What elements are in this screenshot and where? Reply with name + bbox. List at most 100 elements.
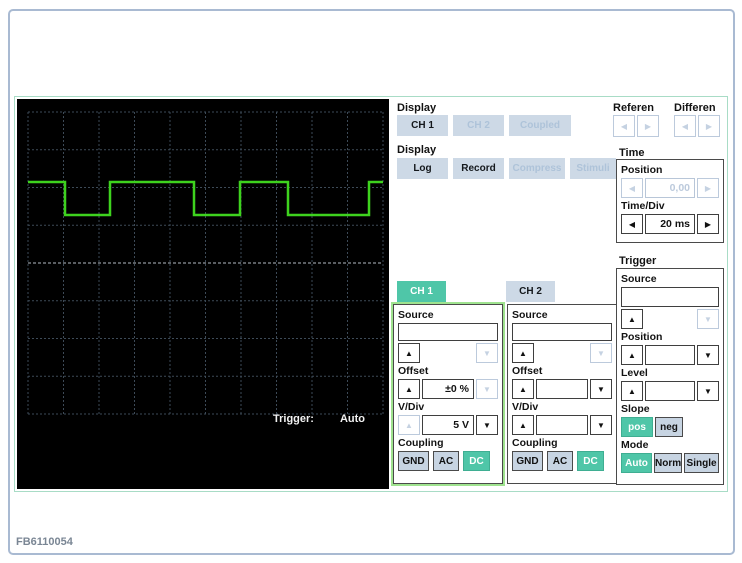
ch1-select-button[interactable]: CH 1 xyxy=(397,281,446,302)
up-arrow-icon: ▲ xyxy=(405,384,413,394)
stimuli-button[interactable]: Stimuli xyxy=(570,158,616,179)
ch1-source-label: Source xyxy=(398,309,434,321)
referen-prev-button[interactable]: ◀ xyxy=(613,115,635,137)
display-mode-label: Display xyxy=(397,144,437,156)
display-channel-label: Display xyxy=(397,102,437,114)
ch1-coupling-gnd-button[interactable]: GND xyxy=(398,451,429,471)
ch2-source-down-button[interactable]: ▼ xyxy=(590,343,612,363)
ch1-offset-label: Offset xyxy=(398,365,429,377)
left-arrow-icon: ◀ xyxy=(620,121,628,131)
trigger-source-label: Source xyxy=(621,273,657,285)
down-arrow-icon: ▼ xyxy=(704,386,712,396)
up-arrow-icon: ▲ xyxy=(519,384,527,394)
ch2-vdiv-down-button[interactable]: ▼ xyxy=(590,415,612,435)
ch2-vdiv-label: V/Div xyxy=(512,401,539,413)
ch2-offset-value-field[interactable] xyxy=(536,379,588,399)
ch2-coupling-ac-button[interactable]: AC xyxy=(547,451,573,471)
ch2-vdiv-up-button[interactable]: ▲ xyxy=(512,415,534,435)
trigger-level-down-button[interactable]: ▼ xyxy=(697,381,719,401)
down-arrow-icon: ▼ xyxy=(704,314,712,324)
trigger-source-up-button[interactable]: ▲ xyxy=(621,309,643,329)
differen-prev-button[interactable]: ◀ xyxy=(674,115,696,137)
ch2-offset-up-button[interactable]: ▲ xyxy=(512,379,534,399)
ch1-vdiv-down-button[interactable]: ▼ xyxy=(476,415,498,435)
instrument-panel: Trigger: Auto Display CH 1 CH 2 Coupled … xyxy=(14,96,728,492)
left-arrow-icon: ◀ xyxy=(628,183,636,193)
ch1-source-down-button[interactable]: ▼ xyxy=(476,343,498,363)
trigger-level-up-button[interactable]: ▲ xyxy=(621,381,643,401)
ch1-offset-down-button[interactable]: ▼ xyxy=(476,379,498,399)
ch1-coupling-ac-button[interactable]: AC xyxy=(433,451,459,471)
time-position-value-field[interactable]: 0,00 xyxy=(645,178,695,198)
mode-single-button[interactable]: Single xyxy=(684,453,719,473)
ch2-coupling-gnd-button[interactable]: GND xyxy=(512,451,543,471)
differen-next-button[interactable]: ▶ xyxy=(698,115,720,137)
trigger-status-value: Auto xyxy=(339,413,365,425)
down-arrow-icon: ▼ xyxy=(597,348,605,358)
slope-neg-button[interactable]: neg xyxy=(655,417,683,437)
left-arrow-icon: ◀ xyxy=(681,121,689,131)
down-arrow-icon: ▼ xyxy=(483,420,491,430)
app-window: Trigger: Auto Display CH 1 CH 2 Coupled … xyxy=(0,0,742,563)
left-arrow-icon: ◀ xyxy=(628,219,636,229)
display-ch2-button[interactable]: CH 2 xyxy=(453,115,504,136)
ch2-select-button[interactable]: CH 2 xyxy=(506,281,555,302)
trigger-position-label: Position xyxy=(621,331,663,343)
ch1-offset-value-field[interactable]: ±0 % xyxy=(422,379,474,399)
trigger-status: Trigger: Auto xyxy=(273,413,365,425)
trigger-position-value-field[interactable] xyxy=(645,345,695,365)
mode-label: Mode xyxy=(621,439,649,451)
timediv-increment-button[interactable]: ▶ xyxy=(697,214,719,234)
trigger-source-field[interactable] xyxy=(621,287,719,307)
differen-label: Differen xyxy=(674,102,716,114)
ch2-offset-down-button[interactable]: ▼ xyxy=(590,379,612,399)
up-arrow-icon: ▲ xyxy=(628,314,636,324)
ch1-source-field[interactable] xyxy=(398,323,498,341)
time-position-decrement-button[interactable]: ◀ xyxy=(621,178,643,198)
ch2-source-field[interactable] xyxy=(512,323,612,341)
up-arrow-icon: ▲ xyxy=(519,420,527,430)
log-button[interactable]: Log xyxy=(397,158,448,179)
mode-auto-button[interactable]: Auto xyxy=(621,453,652,473)
down-arrow-icon: ▼ xyxy=(483,384,491,394)
trigger-position-down-button[interactable]: ▼ xyxy=(697,345,719,365)
ch1-offset-up-button[interactable]: ▲ xyxy=(398,379,420,399)
referen-next-button[interactable]: ▶ xyxy=(637,115,659,137)
compress-button[interactable]: Compress xyxy=(509,158,565,179)
record-button[interactable]: Record xyxy=(453,158,504,179)
ch1-vdiv-up-button[interactable]: ▲ xyxy=(398,415,420,435)
ch1-source-up-button[interactable]: ▲ xyxy=(398,343,420,363)
up-arrow-icon: ▲ xyxy=(405,420,413,430)
slope-pos-button[interactable]: pos xyxy=(621,417,653,437)
time-position-increment-button[interactable]: ▶ xyxy=(697,178,719,198)
display-coupled-button[interactable]: Coupled xyxy=(509,115,571,136)
down-arrow-icon: ▼ xyxy=(483,348,491,358)
down-arrow-icon: ▼ xyxy=(704,350,712,360)
watermark: FB6110054 xyxy=(16,536,73,548)
up-arrow-icon: ▲ xyxy=(628,386,636,396)
ch1-coupling-dc-button[interactable]: DC xyxy=(463,451,490,471)
trigger-position-up-button[interactable]: ▲ xyxy=(621,345,643,365)
ch1-coupling-label: Coupling xyxy=(398,437,444,449)
trigger-level-value-field[interactable] xyxy=(645,381,695,401)
down-arrow-icon: ▼ xyxy=(597,420,605,430)
ch2-source-up-button[interactable]: ▲ xyxy=(512,343,534,363)
trigger-box: Source ▲ ▼ Position ▲ ▼ Level ▲ ▼ Slope … xyxy=(616,268,724,485)
right-arrow-icon: ▶ xyxy=(704,183,712,193)
scope-display: Trigger: Auto xyxy=(17,99,389,489)
ch2-coupling-label: Coupling xyxy=(512,437,558,449)
ch1-vdiv-label: V/Div xyxy=(398,401,425,413)
timediv-label: Time/Div xyxy=(621,200,665,212)
trigger-level-label: Level xyxy=(621,367,648,379)
time-position-label: Position xyxy=(621,164,663,176)
timediv-decrement-button[interactable]: ◀ xyxy=(621,214,643,234)
mode-norm-button[interactable]: Norm xyxy=(654,453,683,473)
trigger-source-down-button[interactable]: ▼ xyxy=(697,309,719,329)
ch2-coupling-dc-button[interactable]: DC xyxy=(577,451,604,471)
display-ch1-button[interactable]: CH 1 xyxy=(397,115,448,136)
timediv-value-field[interactable]: 20 ms xyxy=(645,214,695,234)
right-arrow-icon: ▶ xyxy=(704,219,712,229)
ch2-vdiv-value-field[interactable] xyxy=(536,415,588,435)
ch2-source-label: Source xyxy=(512,309,548,321)
ch1-vdiv-value-field[interactable]: 5 V xyxy=(422,415,474,435)
